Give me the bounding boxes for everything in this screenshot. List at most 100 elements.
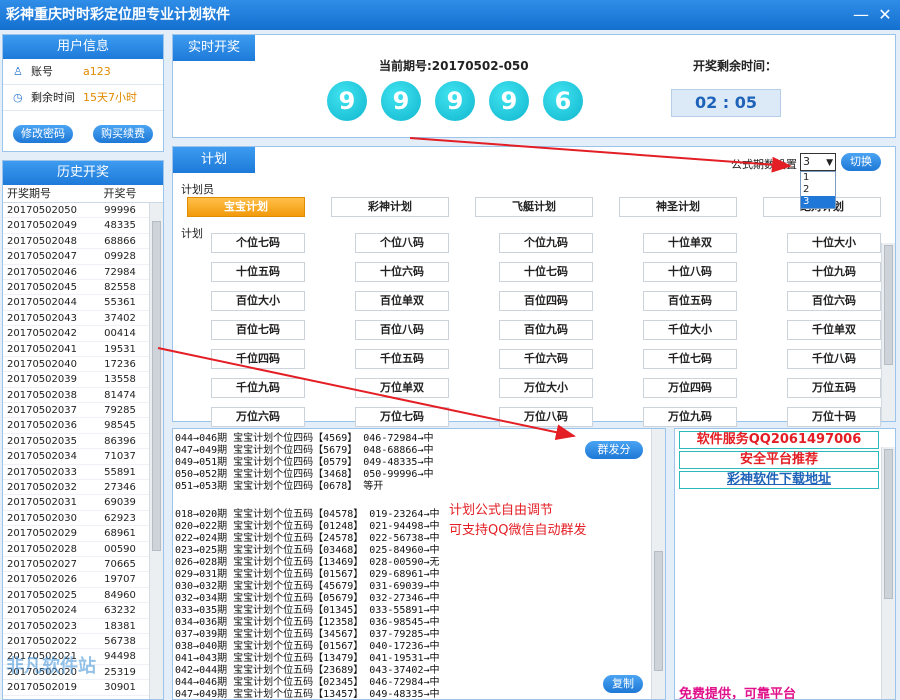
- history-row[interactable]: 20170502046 72984: [3, 265, 163, 280]
- planner-baobao[interactable]: 宝宝计划: [187, 197, 305, 217]
- formula-option[interactable]: 2: [801, 184, 835, 196]
- history-row[interactable]: 20170502049 48335: [3, 218, 163, 234]
- formula-option[interactable]: 3: [801, 196, 835, 208]
- download-link[interactable]: 彩神软件下载地址: [679, 471, 879, 489]
- ad-scroll-thumb[interactable]: [884, 449, 893, 599]
- remaining-label: 开奖剩余时间：: [693, 59, 778, 73]
- plan-button[interactable]: 千位四码: [211, 349, 305, 369]
- plan-button[interactable]: 千位五码: [355, 349, 449, 369]
- history-number: 69039: [104, 497, 136, 509]
- plan-button[interactable]: 十位单双: [643, 233, 737, 253]
- plan-button[interactable]: 百位七码: [211, 320, 305, 340]
- planner-shensheng[interactable]: 神圣计划: [619, 197, 737, 217]
- history-row[interactable]: 20170502032 27346: [3, 480, 163, 496]
- plan-button[interactable]: 十位六码: [355, 262, 449, 282]
- minimize-button[interactable]: —: [850, 4, 872, 26]
- buy-renew-button[interactable]: 购买续费: [93, 125, 153, 143]
- history-number: 99996: [104, 205, 136, 216]
- history-scrollbar[interactable]: [149, 203, 163, 699]
- plan-button[interactable]: 万位四码: [643, 378, 737, 398]
- plan-button[interactable]: 万位五码: [787, 378, 881, 398]
- history-row[interactable]: 20170502026 19707: [3, 572, 163, 588]
- history-row[interactable]: 20170502024 63232: [3, 603, 163, 619]
- plan-button[interactable]: 千位九码: [211, 378, 305, 398]
- history-row[interactable]: 20170502033 55891: [3, 465, 163, 481]
- history-issue: 20170502050: [7, 205, 77, 216]
- history-row[interactable]: 20170502040 17236: [3, 357, 163, 373]
- history-row[interactable]: 20170502044 55361: [3, 295, 163, 311]
- plan-button[interactable]: 百位八码: [355, 320, 449, 340]
- history-row[interactable]: 20170502037 79285: [3, 403, 163, 419]
- history-row[interactable]: 20170502048 68866: [3, 234, 163, 250]
- history-row[interactable]: 20170502031 69039: [3, 495, 163, 511]
- plan-button[interactable]: 百位九码: [499, 320, 593, 340]
- plan-button[interactable]: 万位七码: [355, 407, 449, 427]
- plan-button[interactable]: 万位九码: [643, 407, 737, 427]
- history-row[interactable]: 20170502050 99996: [3, 203, 163, 219]
- history-row[interactable]: 20170502019 30901: [3, 680, 163, 696]
- change-password-button[interactable]: 修改密码: [13, 125, 73, 143]
- history-row[interactable]: 20170502045 82558: [3, 280, 163, 296]
- plan-button[interactable]: 百位单双: [355, 291, 449, 311]
- history-row[interactable]: 20170502035 86396: [3, 434, 163, 450]
- plan-button[interactable]: 千位大小: [643, 320, 737, 340]
- plan-button[interactable]: 千位七码: [643, 349, 737, 369]
- history-issue: 20170502024: [7, 605, 77, 617]
- plan-button[interactable]: 十位五码: [211, 262, 305, 282]
- history-row[interactable]: 20170502038 81474: [3, 388, 163, 404]
- plan-scrollbar[interactable]: [881, 243, 895, 421]
- plan-button[interactable]: 十位九码: [787, 262, 881, 282]
- plan-button[interactable]: 千位单双: [787, 320, 881, 340]
- plan-button[interactable]: 百位六码: [787, 291, 881, 311]
- history-list: 20170502050 99996 20170502049 48335 20170502…: [3, 203, 163, 700]
- service-qq[interactable]: 软件服务QQ2061497006: [679, 431, 879, 449]
- history-row[interactable]: 20170502023 18381: [3, 619, 163, 634]
- history-row[interactable]: 20170502029 68961: [3, 526, 163, 542]
- formula-option[interactable]: 1: [801, 172, 835, 184]
- plan-button[interactable]: 万位六码: [211, 407, 305, 427]
- history-row[interactable]: 20170502039 13558: [3, 372, 163, 388]
- log-scroll-thumb[interactable]: [654, 551, 663, 671]
- plan-button[interactable]: 万位单双: [355, 378, 449, 398]
- history-row[interactable]: 20170502025 84960: [3, 588, 163, 604]
- plan-button[interactable]: 百位大小: [211, 291, 305, 311]
- history-row[interactable]: 20170502030 62923: [3, 511, 163, 527]
- ad-scrollbar[interactable]: [881, 447, 895, 699]
- history-number: 81474: [104, 389, 136, 401]
- history-row[interactable]: 20170502034 71037: [3, 449, 163, 465]
- history-row[interactable]: 20170502036 98545: [3, 418, 163, 434]
- switch-button[interactable]: 切换: [841, 153, 881, 171]
- plan-button[interactable]: 百位五码: [643, 291, 737, 311]
- planner-feiting[interactable]: 飞艇计划: [475, 197, 593, 217]
- history-row[interactable]: 20170502022 56738: [3, 634, 163, 650]
- close-button[interactable]: ✕: [874, 4, 896, 26]
- plan-button[interactable]: 万位八码: [499, 407, 593, 427]
- history-row[interactable]: 20170502043 37402: [3, 311, 163, 327]
- history-row[interactable]: 20170502041 19531: [3, 342, 163, 357]
- plan-button[interactable]: 十位七码: [499, 262, 593, 282]
- history-row[interactable]: 20170502028 00590: [3, 542, 163, 557]
- history-number: 55891: [104, 466, 136, 478]
- history-scroll-thumb[interactable]: [152, 221, 161, 551]
- history-row[interactable]: 20170502027 70665: [3, 557, 163, 573]
- plan-button[interactable]: 个位七码: [211, 233, 305, 253]
- plan-button[interactable]: 万位大小: [499, 378, 593, 398]
- plan-button[interactable]: 十位八码: [643, 262, 737, 282]
- copy-button[interactable]: 复制: [603, 675, 643, 693]
- plan-button[interactable]: 十位大小: [787, 233, 881, 253]
- log-scrollbar[interactable]: [651, 429, 665, 699]
- safe-platform[interactable]: 安全平台推荐: [679, 451, 879, 469]
- plan-scroll-thumb[interactable]: [884, 245, 893, 365]
- planner-caishen[interactable]: 彩神计划: [331, 197, 449, 217]
- plan-button[interactable]: 百位四码: [499, 291, 593, 311]
- history-row[interactable]: 20170502047 09928: [3, 249, 163, 265]
- plan-button[interactable]: 万位十码: [787, 407, 881, 427]
- history-row[interactable]: 20170502042 00414: [3, 326, 163, 342]
- plan-button[interactable]: 千位八码: [787, 349, 881, 369]
- plan-button[interactable]: 个位八码: [355, 233, 449, 253]
- plan-button[interactable]: 个位九码: [499, 233, 593, 253]
- formula-select[interactable]: 3 ▼: [800, 153, 836, 171]
- plan-button[interactable]: 千位六码: [499, 349, 593, 369]
- history-row[interactable]: 2017050201846315: [3, 696, 163, 700]
- group-share-button[interactable]: 群发分享: [585, 441, 643, 474]
